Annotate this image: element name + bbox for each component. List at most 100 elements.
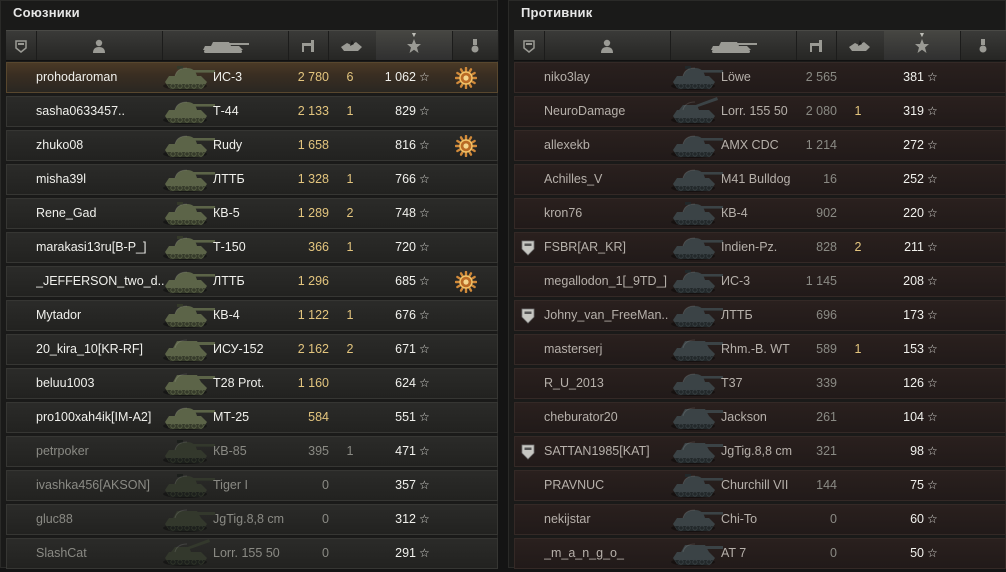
player-row[interactable]: niko3lay Löwe 2 565 381 ☆ (514, 62, 1006, 93)
xp-star-icon: ☆ (419, 546, 430, 560)
player-row[interactable]: FSBR[AR_KR] Indien-Pz. 828 2 211 ☆ (514, 232, 1006, 263)
kills-value: 1 (346, 172, 354, 186)
header-cell-medal[interactable] (960, 31, 1006, 60)
player-row[interactable]: gluc88 JgTig.8,8 cm 0 312 ☆ (6, 504, 498, 535)
achievement-medal-icon[interactable] (455, 134, 477, 157)
platoon-shield-icon (521, 444, 535, 460)
xp-value: 671 (395, 342, 416, 356)
kills-value: 1 (346, 240, 354, 254)
player-row[interactable]: Johny_van_FreeMan.. ЛТТБ 696 173 ☆ (514, 300, 1006, 331)
player-row[interactable]: masterserj Rhm.-B. WT 589 1 153 ☆ (514, 334, 1006, 365)
player-row[interactable]: marakasi13ru[B-P_] Т-150 366 1 720 ☆ (6, 232, 498, 263)
player-row[interactable]: zhuko08 Rudy 1 658 816 ☆ (6, 130, 498, 161)
player-row[interactable]: 20_kira_10[KR-RF] ИСУ-152 2 162 2 671 ☆ (6, 334, 498, 365)
tank-name: КВ-4 (213, 308, 240, 322)
tank-silhouette-icon (163, 474, 215, 498)
xp-value: 766 (395, 172, 416, 186)
tank-silhouette-icon (671, 509, 723, 532)
xp-star-icon: ☆ (419, 308, 430, 322)
player-row[interactable]: Mytador КВ-4 1 122 1 676 ☆ (6, 300, 498, 331)
player-row[interactable]: NeuroDamage Lorr. 155 50 2 080 1 319 ☆ (514, 96, 1006, 127)
kills-value (845, 539, 871, 568)
player-row[interactable]: _JEFFERSON_two_d.. ЛТТБ 1 296 685 ☆ (6, 266, 498, 297)
player-row[interactable]: pro100xah4ik[IM-A2] МТ-25 584 551 ☆ (6, 402, 498, 433)
player-row[interactable]: megallodon_1[_9TD_] ИС-3 1 145 208 ☆ (514, 266, 1006, 297)
damage-value: 1 122 (297, 308, 329, 322)
damage-value: 339 (816, 376, 837, 390)
xp-value: 829 (395, 104, 416, 118)
header-cell-platoon[interactable] (6, 31, 37, 60)
xp-star-icon: ☆ (927, 342, 938, 356)
tank-image (667, 230, 725, 264)
medal-slot (963, 97, 985, 126)
header-cell-kills[interactable] (836, 31, 885, 60)
tank-name: КВ-85 (213, 444, 247, 458)
player-row[interactable]: SlashCat Lorr. 155 50 0 291 ☆ (6, 538, 498, 569)
tank-name: Lorr. 155 50 (721, 104, 788, 118)
kills-value (845, 267, 871, 296)
achievement-medal-icon[interactable] (455, 66, 477, 89)
medal-slot (455, 165, 477, 194)
tank-name: КВ-4 (721, 206, 748, 220)
allies-list: prohodaroman ИС-3 2 780 6 1 062 ☆ sasha0633457… (6, 62, 498, 572)
platoon-slot (521, 199, 537, 228)
damage-value: 321 (816, 444, 837, 458)
player-row[interactable]: petrpoker КВ-85 395 1 471 ☆ (6, 436, 498, 467)
platoon-slot (521, 301, 537, 330)
player-row[interactable]: Rene_Gad КВ-5 1 289 2 748 ☆ (6, 198, 498, 229)
medal-slot (963, 505, 985, 534)
player-row[interactable]: prohodaroman ИС-3 2 780 6 1 062 ☆ (6, 62, 498, 93)
header-cell-tank[interactable] (162, 31, 289, 60)
player-row[interactable]: cheburator20 Jackson 261 104 ☆ (514, 402, 1006, 433)
medal-slot (963, 233, 985, 262)
damage-value: 395 (308, 444, 329, 458)
kills-value (337, 267, 363, 296)
damage-value: 0 (830, 546, 837, 560)
player-row[interactable]: Achilles_V M41 Bulldog 16 252 ☆ (514, 164, 1006, 195)
header-cell-xp-star[interactable]: ▼ (376, 31, 453, 60)
player-row[interactable]: kron76 КВ-4 902 220 ☆ (514, 198, 1006, 229)
damage-value: 696 (816, 308, 837, 322)
tank-name: КВ-5 (213, 206, 240, 220)
header-cell-player[interactable] (544, 31, 671, 60)
tank-image (667, 128, 725, 162)
player-row[interactable]: _m_a_n_g_o_ AT 7 0 50 ☆ (514, 538, 1006, 569)
player-row[interactable]: nekijstar Chi-To 0 60 ☆ (514, 504, 1006, 535)
platoon-icon (15, 39, 27, 53)
kills-value (845, 369, 871, 398)
tank-silhouette-icon (163, 509, 215, 532)
xp-star-icon: ☆ (927, 478, 938, 492)
kills-value: 6 (346, 70, 354, 84)
player-row[interactable]: beluu1003 T28 Prot. 1 160 624 ☆ (6, 368, 498, 399)
medal-slot (455, 301, 477, 330)
achievement-medal-icon[interactable] (455, 270, 477, 293)
header-cell-medal[interactable] (452, 31, 499, 60)
platoon-slot (13, 335, 29, 364)
header-cell-xp-star[interactable]: ▼ (884, 31, 961, 60)
header-cell-tank[interactable] (670, 31, 797, 60)
player-row[interactable]: sasha0633457.. Т-44 2 133 1 829 ☆ (6, 96, 498, 127)
header-cell-kills[interactable] (328, 31, 377, 60)
platoon-slot (13, 165, 29, 194)
damage-value: 584 (308, 410, 329, 424)
kills-value (845, 403, 871, 432)
tank-name: Churchill VII (721, 478, 789, 492)
player-row[interactable]: R_U_2013 T37 339 126 ☆ (514, 368, 1006, 399)
header-cell-damage[interactable] (796, 31, 837, 60)
header-cell-damage[interactable] (288, 31, 329, 60)
player-row[interactable]: SATTAN1985[KAT] JgTig.8,8 cm 321 98 ☆ (514, 436, 1006, 467)
medal-slot (963, 199, 985, 228)
kills-icon (849, 39, 870, 51)
player-row[interactable]: ivashka456[AKSON] Tiger I 0 357 ☆ (6, 470, 498, 501)
header-cell-platoon[interactable] (514, 31, 545, 60)
player-row[interactable]: allexekb AMX CDC 1 214 272 ☆ (514, 130, 1006, 161)
sort-arrow-icon: ▼ (410, 32, 418, 39)
xp-value: 211 (904, 240, 924, 254)
header-cell-player[interactable] (36, 31, 163, 60)
player-row[interactable]: PRAVNUC Churchill VII 144 75 ☆ (514, 470, 1006, 501)
tank-name: ИС-3 (213, 70, 243, 84)
player-row[interactable]: misha39l ЛТТБ 1 328 1 766 ☆ (6, 164, 498, 195)
platoon-slot (13, 267, 29, 296)
tank-image (159, 298, 217, 332)
tank-image (159, 230, 217, 264)
